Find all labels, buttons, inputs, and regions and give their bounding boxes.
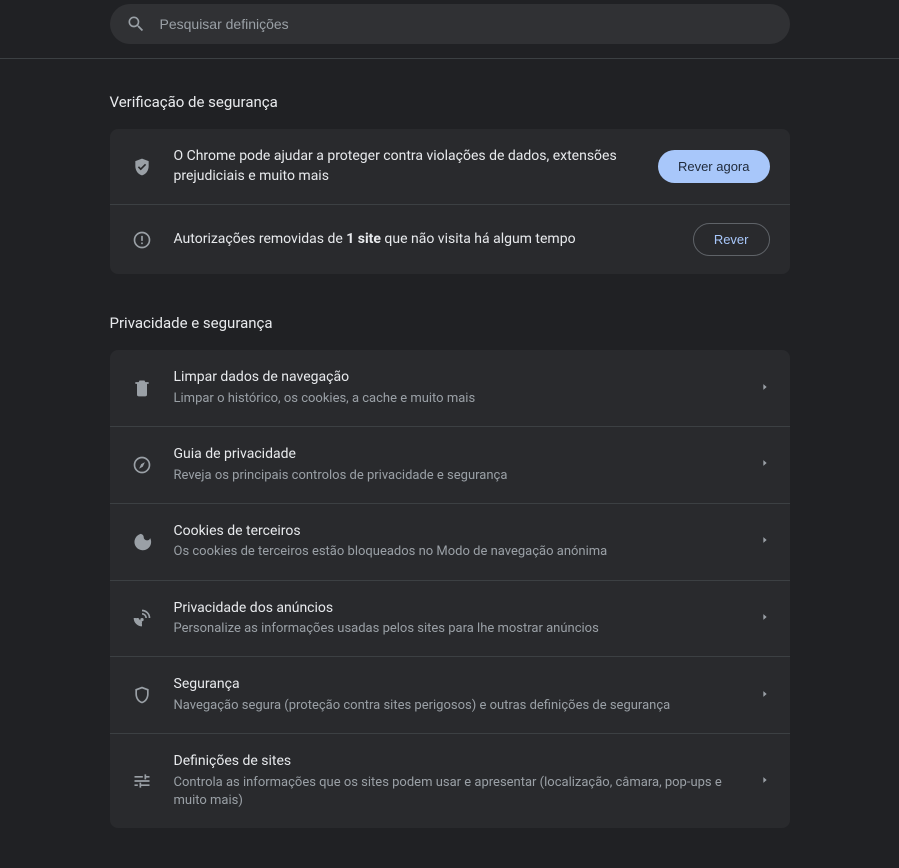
safety-check-title: Verificação de segurança	[110, 93, 790, 111]
row-title: Definições de sites	[174, 752, 740, 772]
privacy-card: Limpar dados de navegação Limpar o histó…	[110, 350, 790, 828]
info-icon	[130, 230, 154, 250]
review-now-button[interactable]: Rever agora	[658, 150, 770, 183]
chevron-right-icon	[760, 689, 770, 702]
safety-check-promo-text: O Chrome pode ajudar a proteger contra v…	[174, 147, 638, 186]
row-title: Limpar dados de navegação	[174, 368, 740, 388]
site-settings-row[interactable]: Definições de sites Controla as informaç…	[110, 734, 790, 828]
ad-target-icon	[130, 608, 154, 628]
chevron-right-icon	[760, 775, 770, 788]
chevron-right-icon	[760, 535, 770, 548]
search-bar[interactable]	[110, 4, 790, 44]
safety-check-card: O Chrome pode ajudar a proteger contra v…	[110, 129, 790, 274]
row-title: Privacidade dos anúncios	[174, 599, 740, 619]
search-icon	[126, 14, 146, 34]
search-bar-container	[0, 0, 899, 59]
row-subtitle: Controla as informações que os sites pod…	[174, 774, 740, 810]
chevron-right-icon	[760, 382, 770, 395]
search-input[interactable]	[160, 16, 774, 32]
chevron-right-icon	[760, 458, 770, 471]
safety-check-permissions-row: Autorizações removidas de 1 site que não…	[110, 205, 790, 274]
safety-check-promo-row: O Chrome pode ajudar a proteger contra v…	[110, 129, 790, 205]
row-subtitle: Navegação segura (proteção contra sites …	[174, 697, 740, 715]
permissions-removed-text: Autorizações removidas de 1 site que não…	[174, 230, 673, 250]
cookie-icon	[130, 532, 154, 552]
sliders-icon	[130, 771, 154, 791]
security-row[interactable]: Segurança Navegação segura (proteção con…	[110, 657, 790, 734]
row-title: Cookies de terceiros	[174, 522, 740, 542]
row-subtitle: Personalize as informações usadas pelos …	[174, 620, 740, 638]
row-subtitle: Limpar o histórico, os cookies, a cache …	[174, 390, 740, 408]
privacy-guide-row[interactable]: Guia de privacidade Reveja os principais…	[110, 427, 790, 504]
row-title: Segurança	[174, 675, 740, 695]
row-title: Guia de privacidade	[174, 445, 740, 465]
third-party-cookies-row[interactable]: Cookies de terceiros Os cookies de terce…	[110, 504, 790, 581]
compass-icon	[130, 455, 154, 475]
chevron-right-icon	[760, 612, 770, 625]
ad-privacy-row[interactable]: Privacidade dos anúncios Personalize as …	[110, 581, 790, 658]
clear-browsing-data-row[interactable]: Limpar dados de navegação Limpar o histó…	[110, 350, 790, 427]
row-subtitle: Reveja os principais controlos de privac…	[174, 467, 740, 485]
trash-icon	[130, 378, 154, 398]
shield-icon	[130, 685, 154, 705]
row-subtitle: Os cookies de terceiros estão bloqueados…	[174, 543, 740, 561]
shield-check-icon	[130, 157, 154, 177]
review-button[interactable]: Rever	[693, 223, 770, 256]
privacy-title: Privacidade e segurança	[110, 314, 790, 332]
